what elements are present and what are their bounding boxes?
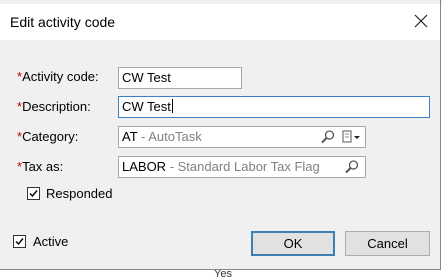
category-input[interactable]: AT - AutoTask [118,126,366,148]
active-label[interactable]: Active [33,234,68,249]
responded-label[interactable]: Responded [46,186,113,201]
ok-button[interactable]: OK [251,231,335,256]
tax-as-input[interactable]: LABOR - Standard Labor Tax Flag [118,156,366,178]
search-icon[interactable] [344,159,360,175]
search-icon[interactable] [320,129,336,145]
tax-as-label: *Tax as: [17,159,64,174]
close-button[interactable] [408,8,434,34]
activity-code-input[interactable]: CW Test [118,67,242,89]
cancel-button[interactable]: Cancel [345,231,430,256]
category-label: *Category: [17,129,79,144]
description-label: *Description: [17,99,91,114]
dropdown-icon[interactable] [341,129,363,145]
responded-checkbox[interactable] [27,187,40,200]
text-caret [171,99,173,113]
active-checkbox[interactable] [13,235,26,248]
activity-code-label: *Activity code: [17,69,99,84]
description-input[interactable]: CW Test [118,96,430,118]
close-icon [414,14,428,28]
dialog-title: Edit activity code [10,14,116,30]
checkmark-icon [15,238,24,246]
checkmark-icon [29,190,38,198]
edit-activity-code-dialog: Edit activity code *Activity code: CW Te… [0,0,441,270]
title-bar[interactable]: Edit activity code [0,4,440,40]
